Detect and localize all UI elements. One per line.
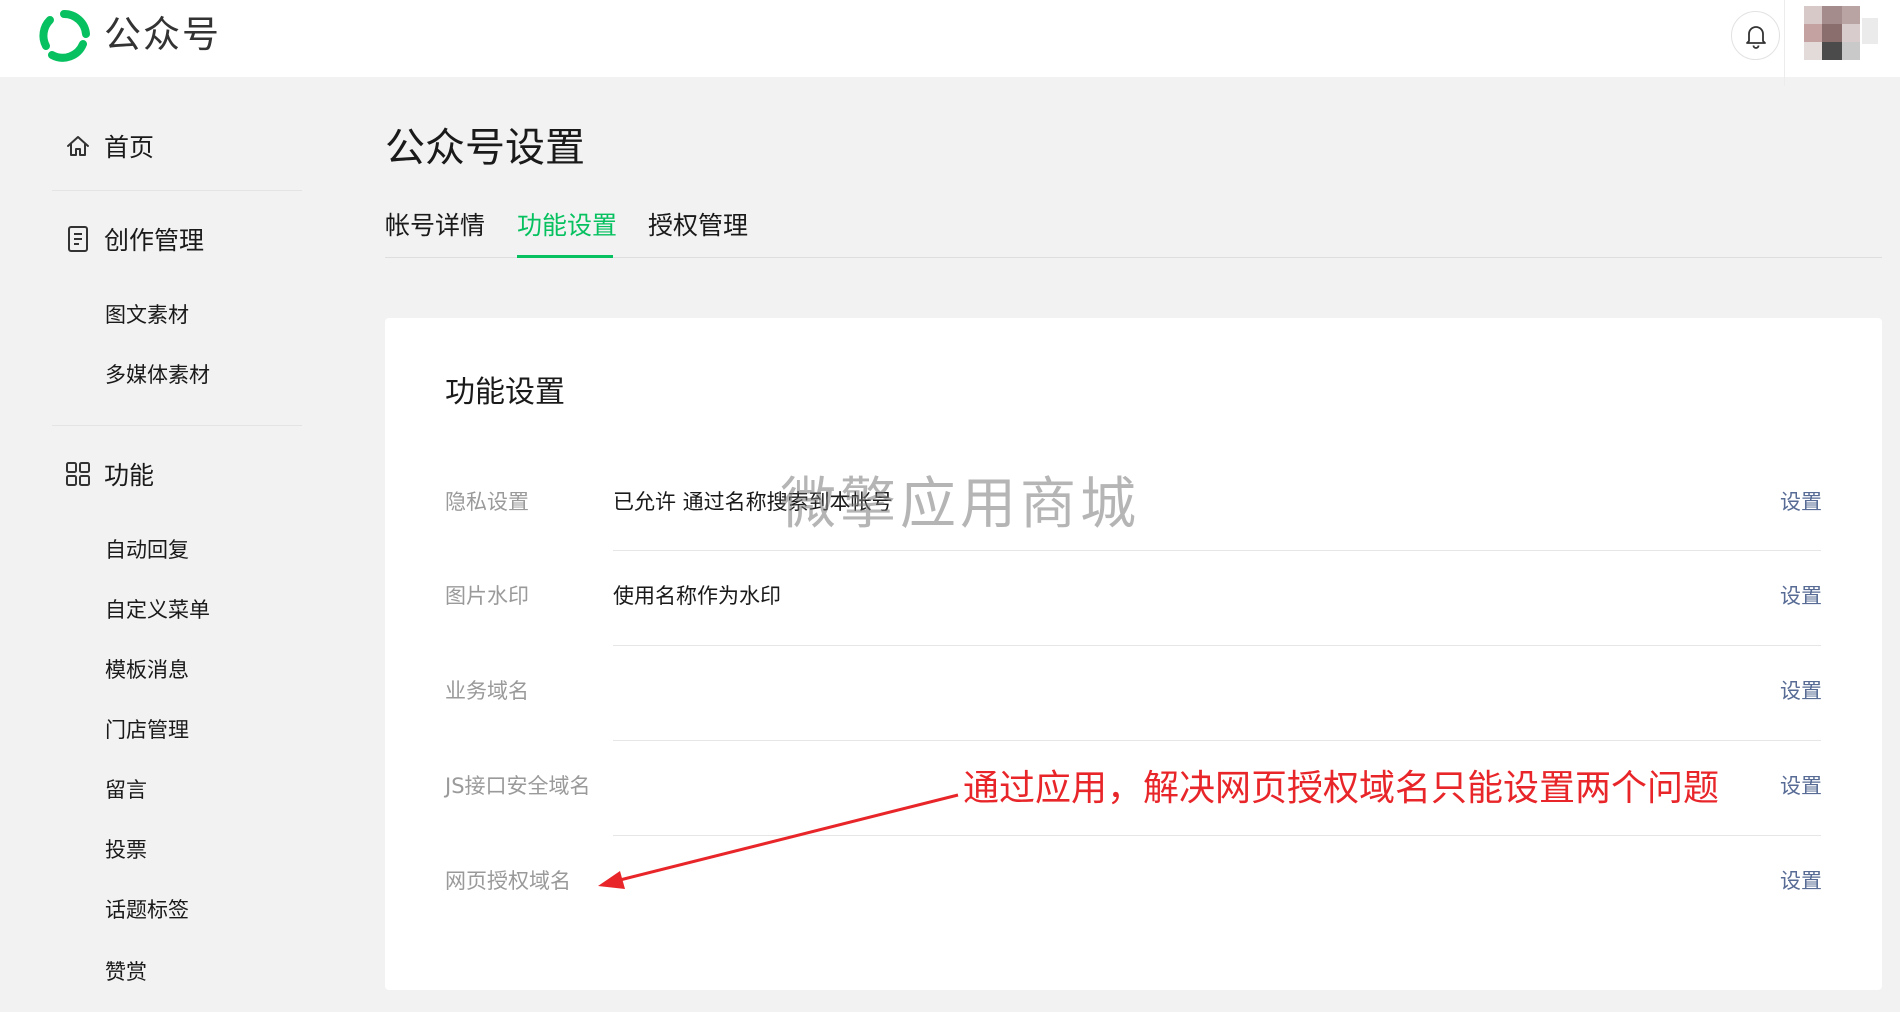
image-watermark-label: 图片水印 xyxy=(445,584,529,608)
tab-feature-settings[interactable]: 功能设置 xyxy=(517,208,617,244)
wechat-official-account-logo[interactable] xyxy=(38,10,90,62)
sidebar-group-features[interactable]: 功能 xyxy=(64,456,154,492)
image-watermark-value: 使用名称作为水印 xyxy=(613,584,781,608)
notification-button[interactable] xyxy=(1731,11,1780,60)
business-domain-button[interactable]: 设置 xyxy=(1780,676,1822,706)
top-bar: 公众号 xyxy=(0,0,1900,86)
annotation-text: 通过应用，解决网页授权域名只能设置两个问题 xyxy=(963,768,1720,809)
privacy-setting-button[interactable]: 设置 xyxy=(1780,487,1822,517)
sidebar-group-content[interactable]: 创作管理 xyxy=(64,221,204,257)
row-divider xyxy=(613,645,1821,646)
avatar-edge xyxy=(1862,18,1878,44)
grid-icon xyxy=(64,460,92,488)
home-icon xyxy=(64,132,92,160)
sidebar-item-vote[interactable]: 投票 xyxy=(105,834,147,864)
row-divider xyxy=(613,550,1821,551)
document-icon xyxy=(64,225,92,253)
bell-icon xyxy=(1745,25,1766,49)
card-title: 功能设置 xyxy=(445,375,565,410)
web-auth-domain-label: 网页授权域名 xyxy=(445,869,571,893)
avatar[interactable] xyxy=(1804,6,1860,60)
privacy-setting-label: 隐私设置 xyxy=(445,490,529,514)
watermark: 微擎应用商城 xyxy=(780,472,1140,537)
sidebar-item-home[interactable]: 首页 xyxy=(64,128,154,164)
sidebar-divider xyxy=(52,425,302,426)
row-divider xyxy=(613,740,1821,741)
sidebar-item-reward[interactable]: 赞赏 xyxy=(105,956,147,986)
business-domain-label: 业务域名 xyxy=(445,679,529,703)
sidebar-item-articles[interactable]: 图文素材 xyxy=(105,299,189,329)
sidebar-item-label: 首页 xyxy=(104,133,155,162)
sidebar-item-store[interactable]: 门店管理 xyxy=(105,714,189,744)
sidebar-item-custom-menu[interactable]: 自定义菜单 xyxy=(105,594,210,624)
js-safe-domain-button[interactable]: 设置 xyxy=(1780,771,1822,801)
sidebar-item-auto-reply[interactable]: 自动回复 xyxy=(105,534,189,564)
annotation-arrow xyxy=(598,793,959,889)
sidebar-group-label: 创作管理 xyxy=(104,226,205,255)
js-safe-domain-label: JS接口安全域名 xyxy=(445,774,591,798)
topbar-divider xyxy=(1784,0,1785,86)
sidebar: 首页 创作管理 图文素材 多媒体素材 功能 自动回复 自定义菜单 模板消息 门店… xyxy=(0,77,330,1012)
tab-authorization[interactable]: 授权管理 xyxy=(648,208,748,244)
sidebar-divider xyxy=(52,190,302,191)
active-tab-indicator xyxy=(517,255,613,258)
brand-title: 公众号 xyxy=(104,13,221,56)
sidebar-item-media[interactable]: 多媒体素材 xyxy=(105,359,210,389)
image-watermark-button[interactable]: 设置 xyxy=(1780,581,1822,611)
sidebar-item-comments[interactable]: 留言 xyxy=(105,774,147,804)
tab-account-details[interactable]: 帐号详情 xyxy=(385,208,485,244)
sidebar-group-label: 功能 xyxy=(104,461,155,490)
sidebar-item-template-message[interactable]: 模板消息 xyxy=(105,654,189,684)
web-auth-domain-button[interactable]: 设置 xyxy=(1780,866,1822,896)
sidebar-item-topic-tags[interactable]: 话题标签 xyxy=(105,894,189,924)
page-title: 公众号设置 xyxy=(385,125,585,171)
